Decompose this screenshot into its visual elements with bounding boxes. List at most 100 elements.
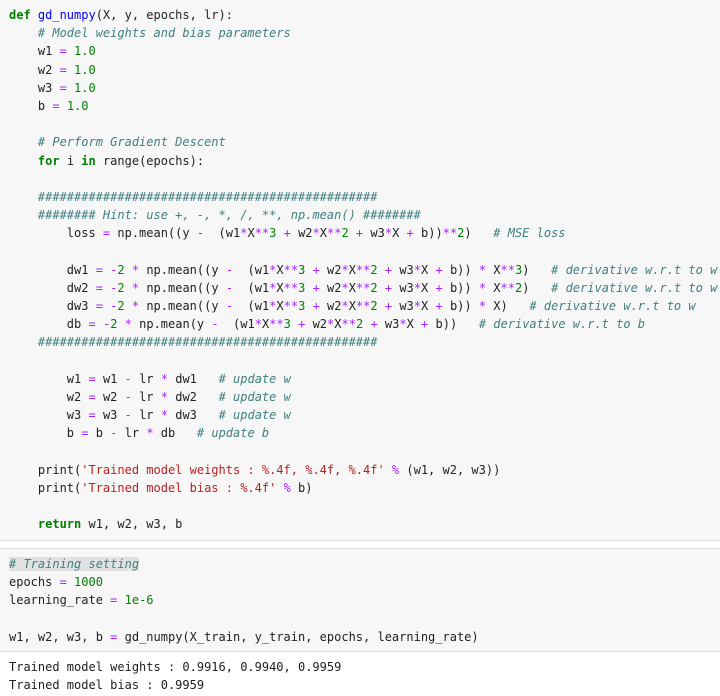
code-line: # Model weights and bias parameters <box>9 24 717 42</box>
code-token: 'Trained model weights : %.4f, %.4f, %.4… <box>81 462 385 477</box>
code-token: ** <box>500 262 515 277</box>
code-editor[interactable]: # Training setting epochs = 1000 learning_… <box>9 555 479 646</box>
code-token: 1.0 <box>74 62 96 77</box>
code-token: * <box>413 299 422 313</box>
code-token: - <box>225 280 234 295</box>
code-token: w2 <box>290 226 313 241</box>
code-line: print('Trained model weights : %.4f, %.4… <box>9 461 717 479</box>
code-token: Trained model bias : 0.9959 <box>9 678 205 693</box>
code-token: # Model weights and bias parameters <box>37 26 291 41</box>
code-token: b <box>9 98 53 113</box>
code-token: 1.0 <box>74 44 96 59</box>
cell-output: Trained model weights : 0.9916, 0.9940, … <box>0 656 720 696</box>
code-token: ** <box>355 280 371 295</box>
code-token: - <box>124 371 132 386</box>
code-line: b = b - lr * db # update b <box>9 424 717 442</box>
code-token: * <box>478 299 487 313</box>
code-token: # derivative w.r.t to w <box>551 262 718 277</box>
code-token: loss <box>9 226 103 241</box>
code-token: 2 <box>370 299 378 313</box>
code-token: w2 <box>9 389 89 404</box>
code-line: learning_rate = 1e-6 <box>9 591 479 609</box>
code-token: + <box>283 226 291 241</box>
code-token: learning_rate <box>9 593 111 608</box>
code-token: (w1, w2, w3)) <box>399 462 501 477</box>
code-cell-training-setting[interactable]: # Training setting epochs = 1000 learning_… <box>0 548 720 652</box>
code-token: + <box>406 226 414 241</box>
code-line: w3 = 1.0 <box>9 79 717 97</box>
code-token: w1, w2, w3, b <box>9 629 111 644</box>
code-token: b)) <box>442 280 479 295</box>
code-cell-gd-numpy[interactable]: def gd_numpy(X, y, epochs, lr): # Model … <box>0 0 720 541</box>
code-token: w2 <box>319 280 342 295</box>
code-token: X <box>421 280 436 295</box>
code-token: w3 <box>392 262 414 277</box>
code-editor[interactable]: def gd_numpy(X, y, epochs, lr): # Model … <box>9 6 717 533</box>
code-line: b = 1.0 <box>9 97 717 115</box>
code-token: (X, y, epochs, lr): <box>95 8 233 22</box>
code-token: * <box>478 280 487 295</box>
code-token: # MSE loss <box>493 226 566 241</box>
code-token: X <box>348 280 356 295</box>
code-token: * <box>384 226 393 241</box>
code-token: w3 <box>392 299 414 313</box>
code-line: Trained model weights : 0.9916, 0.9940, … <box>9 658 341 676</box>
code-token: = <box>88 408 96 423</box>
code-token: 2 <box>117 262 125 277</box>
code-token: w3 <box>9 80 60 95</box>
code-token: dw3 <box>9 299 96 313</box>
code-token: ########################################… <box>37 189 378 204</box>
code-token: # Perform Gradient Descent <box>37 135 226 150</box>
code-token: ) <box>522 280 552 295</box>
code-line: ########################################… <box>9 333 717 351</box>
code-token: X <box>319 226 327 241</box>
code-token: * <box>399 317 407 332</box>
code-token: range(epochs): <box>95 153 205 168</box>
code-token: epochs <box>9 575 60 590</box>
code-token: ** <box>355 262 371 277</box>
code-token: + <box>370 317 378 332</box>
code-token: ** <box>341 317 356 332</box>
code-line: w3 = w3 - lr * dw3 # update w <box>9 406 717 424</box>
code-token: * <box>341 262 349 277</box>
code-token: = <box>95 299 103 313</box>
code-token: - <box>124 408 132 423</box>
code-token: in <box>81 153 96 168</box>
code-token: db <box>153 426 197 441</box>
code-token: 2 <box>341 226 349 241</box>
code-line: w1 = 1.0 <box>9 42 717 60</box>
code-line: Trained model bias : 0.9959 <box>9 676 341 694</box>
code-token: w3 <box>377 317 400 332</box>
code-token: 1.0 <box>66 98 89 113</box>
code-token: * <box>160 389 168 404</box>
code-token: w3 <box>9 408 89 423</box>
code-line: dw3 = -2 * np.mean((y - (w1*X**3 + w2*X*… <box>9 297 717 315</box>
code-token: w2 <box>319 299 342 313</box>
code-token: ** <box>283 262 299 277</box>
code-token: - <box>225 262 234 277</box>
code-token: ) <box>464 226 494 241</box>
code-token: = <box>52 98 60 113</box>
code-token: 1.0 <box>74 80 96 95</box>
code-token: 2 <box>117 299 125 313</box>
code-token: 3 <box>283 317 291 332</box>
code-token: * <box>341 299 349 313</box>
code-token: X <box>486 280 501 295</box>
code-token: gd_numpy(X_train, y_train, epochs, learn… <box>117 629 479 644</box>
code-token: 1e-6 <box>124 593 154 608</box>
code-token: np.mean((y <box>139 299 226 313</box>
